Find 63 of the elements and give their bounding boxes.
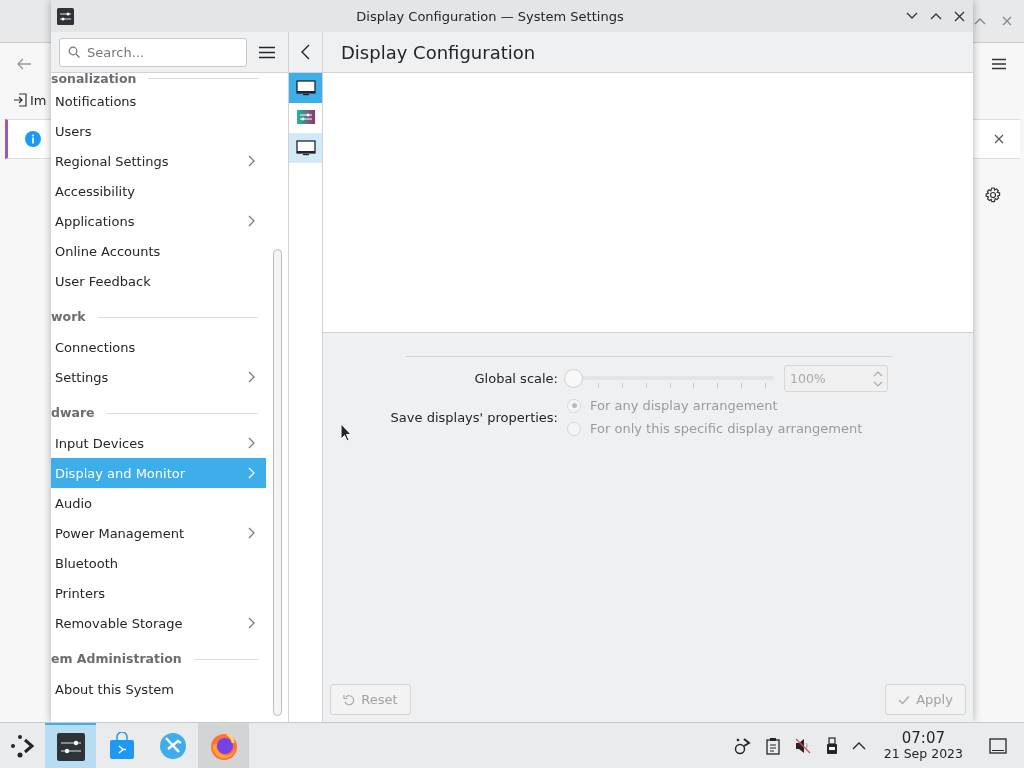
sidebar-item[interactable]: User Feedback [51, 266, 266, 296]
browser-icon [208, 730, 239, 761]
close-icon[interactable] [954, 10, 965, 22]
import-icon [13, 93, 27, 107]
sidebar-item[interactable]: Applications [51, 206, 266, 236]
settings-icon[interactable] [985, 187, 1001, 203]
undo-icon [343, 693, 356, 706]
spin-arrows-icon [873, 369, 883, 388]
settings-app-icon [56, 732, 85, 761]
save-properties-label: Save displays' properties: [389, 409, 558, 425]
usb-drive-icon[interactable] [825, 736, 838, 755]
close-icon[interactable] [994, 134, 1004, 144]
show-desktop-icon[interactable] [989, 737, 1007, 754]
info-icon [25, 131, 41, 147]
back-icon[interactable] [301, 44, 310, 60]
monitor-page-tab[interactable] [289, 73, 322, 103]
sidebar-item[interactable]: Printers [51, 578, 266, 608]
taskbar-app[interactable] [45, 723, 96, 768]
sidebar-item[interactable]: Users [51, 116, 266, 146]
sidebar-item[interactable]: Input Devices [51, 428, 266, 458]
sidebar-item[interactable]: Notifications [51, 86, 266, 116]
cursor-icon [340, 423, 352, 442]
clock[interactable]: 07:07 21 Sep 2023 [883, 731, 963, 760]
toolbar-label[interactable]: Im [30, 92, 47, 108]
search-icon [68, 45, 80, 58]
section-header: dware [51, 405, 95, 420]
monitor-page-tab[interactable] [289, 133, 322, 163]
sidebar-item[interactable]: Audio [51, 488, 266, 518]
network-icon[interactable] [733, 736, 752, 755]
clipboard-icon[interactable] [765, 736, 780, 755]
sidebar-item[interactable]: Power Management [51, 518, 266, 548]
back-arrow-icon[interactable] [16, 58, 32, 70]
menu-icon[interactable] [259, 45, 275, 59]
sidebar-item[interactable]: Online Accounts [51, 236, 266, 266]
checkmark-icon [898, 694, 911, 705]
expand-tray-icon[interactable] [851, 741, 866, 750]
menu-icon[interactable] [992, 58, 1006, 70]
scrollbar[interactable] [272, 249, 282, 716]
search-field[interactable]: Search... [59, 37, 247, 67]
sidebar-item[interactable]: Connections [51, 332, 266, 362]
sidebar-item[interactable]: Accessibility [51, 176, 266, 206]
monitor-icon [295, 140, 316, 156]
section-header: em Administration [51, 651, 182, 666]
launcher-icon [9, 733, 36, 758]
sidebar-item[interactable]: Removable Storage [51, 608, 266, 638]
sidebar-item[interactable]: Regional Settings [51, 146, 266, 176]
settings-app-icon [295, 109, 316, 127]
sidebar-item[interactable]: Bluetooth [51, 548, 266, 578]
globe-icon [158, 731, 187, 760]
shopping-bag-icon [108, 731, 135, 760]
sidebar-item[interactable]: Settings [51, 362, 266, 392]
section-header: work [51, 309, 86, 324]
monitor-icon [295, 80, 316, 96]
taskbar-app[interactable] [198, 723, 249, 768]
maximize-icon[interactable] [930, 12, 942, 20]
page-title: Display Configuration [341, 41, 536, 63]
global-scale-label: Global scale: [473, 371, 558, 386]
muted-speaker-icon[interactable] [793, 736, 812, 755]
sidebar-item[interactable]: About this System [51, 674, 266, 704]
section-header: sonalization [51, 73, 137, 86]
window-title: Display Configuration — System Settings [355, 8, 625, 24]
minimize-icon[interactable] [906, 12, 918, 20]
app-icon [57, 7, 74, 25]
